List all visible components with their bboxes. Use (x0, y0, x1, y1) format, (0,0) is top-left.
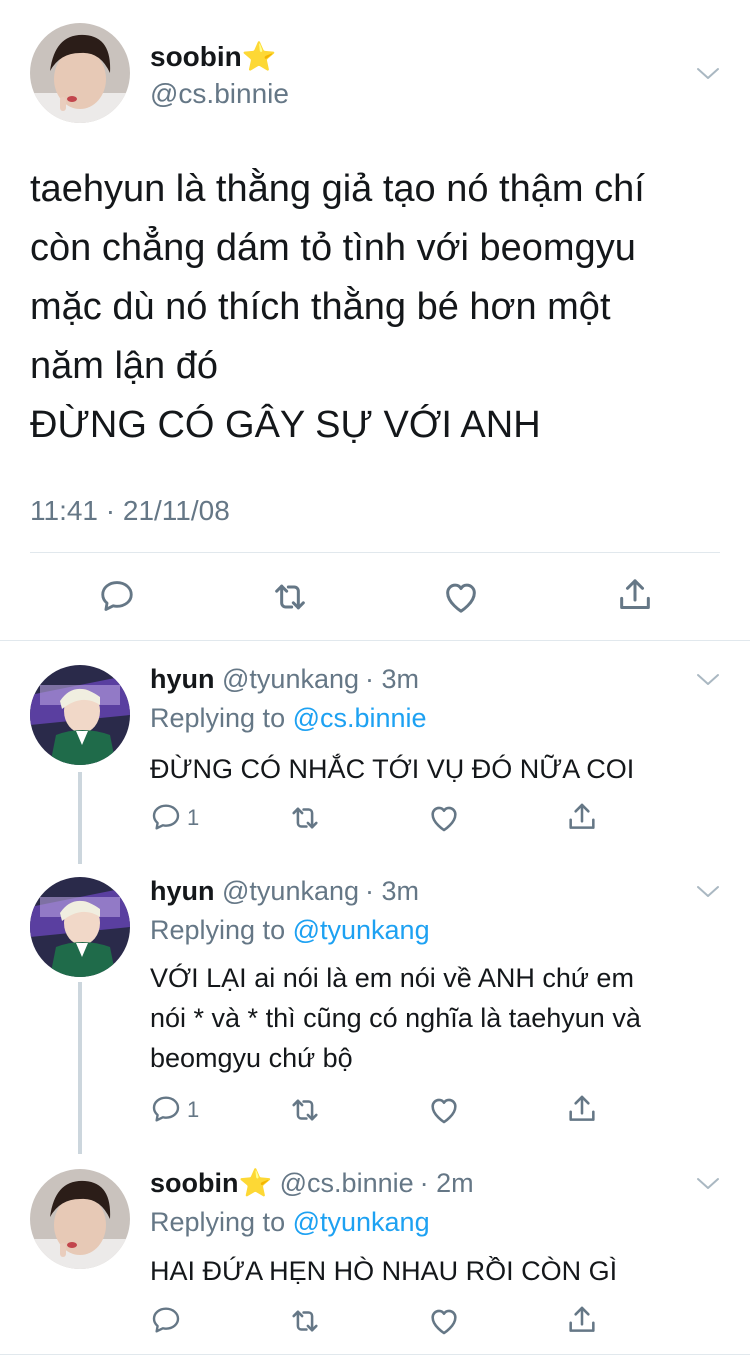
reply-count: 1 (187, 1097, 200, 1122)
chevron-down-icon[interactable] (696, 884, 720, 900)
timestamp[interactable]: 11:41 · 21/11/08 (30, 494, 230, 528)
replying-to: Replying to @tyunkang (150, 913, 430, 947)
tweet-text-line: mặc dù nó thích thằng bé hơn một (30, 286, 611, 328)
share-icon[interactable] (615, 575, 655, 615)
chevron-down-icon[interactable] (696, 1176, 720, 1192)
thread-line (78, 982, 82, 1154)
section-divider (0, 640, 750, 641)
reply-text: VỚI LẠI ai nói là em nói về ANH chứ em n… (150, 958, 730, 1078)
retweet-icon[interactable] (270, 577, 310, 617)
avatar[interactable] (30, 665, 130, 765)
retweet-icon[interactable] (288, 1093, 322, 1127)
mention-link[interactable]: @tyunkang (293, 1207, 430, 1237)
reply-text-line: nói * và * thì cũng có nghĩa là taehyun … (150, 1003, 641, 1033)
star-emoji: ⭐ (238, 1168, 273, 1198)
share-icon[interactable] (565, 800, 599, 834)
reply-text-line: HAI ĐỨA HẸN HÒ NHAU RỒI CÒN GÌ (150, 1256, 618, 1286)
mention-link[interactable]: @tyunkang (293, 915, 430, 945)
heart-icon[interactable] (427, 1093, 461, 1127)
tweet-text-line: taehyun là thằng giả tạo nó thậm chí (30, 168, 645, 210)
tweet-text-line: còn chẳng dám tỏ tình với beomgyu (30, 227, 636, 269)
reply-text-line: VỚI LẠI ai nói là em nói về ANH chứ em (150, 963, 634, 993)
display-name[interactable]: soobin⭐ (150, 40, 277, 74)
handle[interactable]: @tyunkang (222, 876, 359, 906)
heart-icon[interactable] (427, 1304, 461, 1338)
handle[interactable]: @cs.binnie (150, 77, 289, 111)
reply-icon[interactable] (150, 1304, 182, 1336)
tweet-text-line: năm lận đó (30, 345, 219, 387)
heart-icon[interactable] (427, 801, 461, 835)
divider (30, 552, 720, 553)
heart-icon[interactable] (441, 577, 481, 617)
avatar[interactable] (30, 877, 130, 977)
section-divider (0, 1354, 750, 1355)
time-ago: · 3m (365, 664, 420, 694)
replying-prefix: Replying to (150, 703, 293, 733)
avatar[interactable] (30, 1169, 130, 1269)
share-icon[interactable] (565, 1092, 599, 1126)
time-ago: · 3m (365, 876, 420, 906)
replying-prefix: Replying to (150, 1207, 293, 1237)
reply-text-line: ĐỪNG CÓ NHẮC TỚI VỤ ĐÓ NỮA COI (150, 754, 635, 784)
reply-text: ĐỪNG CÓ NHẮC TỚI VỤ ĐÓ NỮA COI (150, 749, 730, 789)
reply-header: hyun @tyunkang · 3m (150, 662, 419, 696)
replying-prefix: Replying to (150, 915, 293, 945)
share-icon[interactable] (565, 1303, 599, 1337)
avatar[interactable] (30, 23, 130, 123)
handle[interactable]: @cs.binnie (280, 1168, 414, 1198)
replying-to: Replying to @cs.binnie (150, 701, 427, 735)
reply-text-line: beomgyu chứ bộ (150, 1043, 353, 1073)
time-ago: · 2m (419, 1168, 474, 1198)
star-emoji: ⭐ (241, 41, 277, 72)
chevron-down-icon[interactable] (696, 672, 720, 688)
display-name-text: soobin (150, 41, 242, 72)
reply-count: 1 (187, 805, 200, 830)
reply-header: soobin⭐ @cs.binnie · 2m (150, 1166, 474, 1200)
display-name[interactable]: soobin (150, 1168, 239, 1198)
retweet-icon[interactable] (288, 801, 322, 835)
mention-link[interactable]: @cs.binnie (293, 703, 427, 733)
handle[interactable]: @tyunkang (222, 664, 359, 694)
display-name[interactable]: hyun (150, 664, 215, 694)
reply-header: hyun @tyunkang · 3m (150, 874, 419, 908)
reply-icon[interactable] (150, 1093, 182, 1125)
retweet-icon[interactable] (288, 1304, 322, 1338)
reply-icon[interactable] (98, 577, 136, 615)
thread-line (78, 772, 82, 864)
tweet-text: taehyun là thằng giả tạo nó thậm chí còn… (30, 160, 730, 455)
reply-text: HAI ĐỨA HẸN HÒ NHAU RỒI CÒN GÌ (150, 1251, 730, 1291)
chevron-down-icon[interactable] (696, 66, 720, 82)
tweet-text-line: ĐỪNG CÓ GÂY SỰ VỚI ANH (30, 404, 541, 446)
replying-to: Replying to @tyunkang (150, 1205, 430, 1239)
reply-icon[interactable] (150, 801, 182, 833)
display-name[interactable]: hyun (150, 876, 215, 906)
